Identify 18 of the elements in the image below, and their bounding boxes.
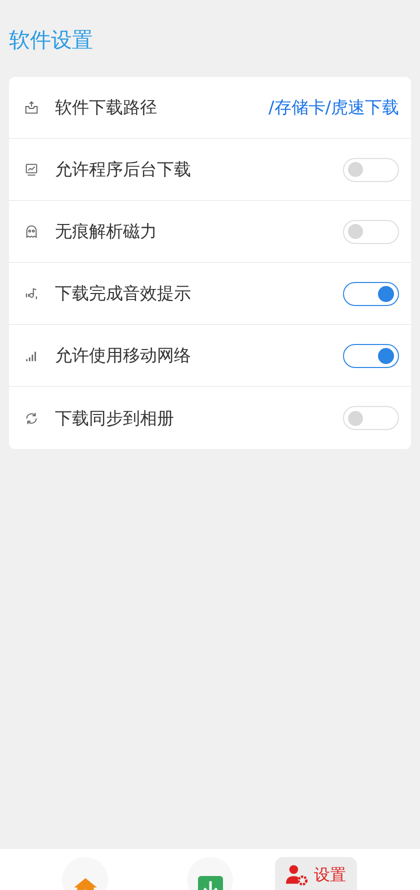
monitor-chart-icon: [24, 162, 39, 177]
setting-label: 下载完成音效提示: [55, 283, 192, 305]
setting-label: 允许使用移动网络: [55, 345, 192, 367]
page-title: 软件设置: [8, 27, 94, 51]
download-tab[interactable]: [187, 857, 233, 890]
setting-label: 允许程序后台下载: [55, 159, 192, 181]
refresh-icon: [24, 410, 39, 426]
setting-label: 下载同步到相册: [55, 408, 175, 430]
settings-tab[interactable]: 设置: [275, 857, 357, 890]
toggle-switch[interactable]: [343, 344, 399, 368]
setting-label: 无痕解析磁力: [55, 221, 158, 243]
setting-label: 软件下载路径: [55, 97, 158, 119]
home-tab[interactable]: [62, 857, 108, 890]
tray-upload-icon: [24, 100, 39, 115]
sound-wave-icon: [24, 286, 39, 301]
download-path-link[interactable]: /存储卡/虎速下载: [268, 96, 399, 119]
user-gear-icon: [286, 864, 308, 886]
toggle-switch[interactable]: [343, 282, 399, 306]
